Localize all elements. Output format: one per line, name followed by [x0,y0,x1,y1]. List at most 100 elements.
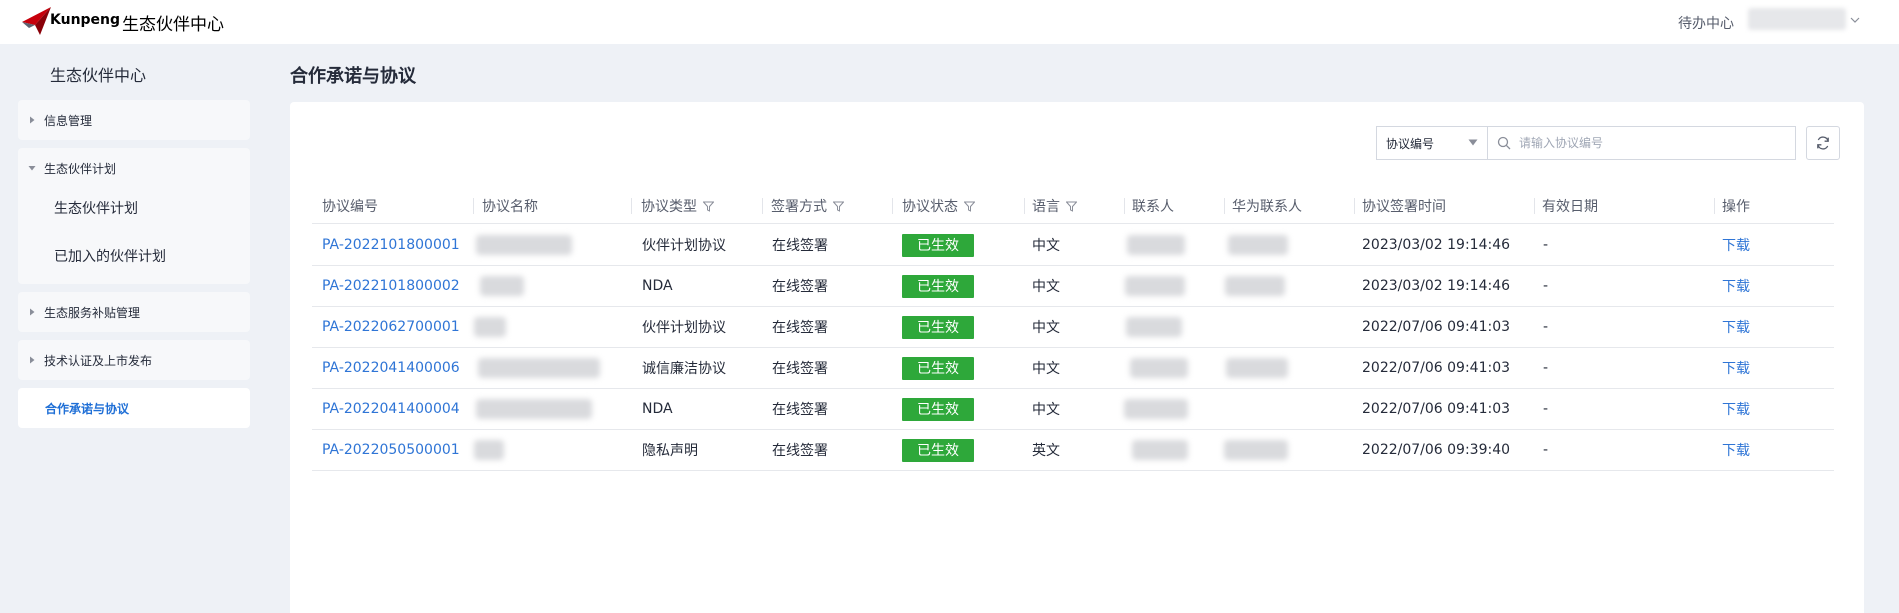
sign-method: 在线签署 [772,320,828,336]
agreement-id-link[interactable]: PA-2022041400006 [322,348,460,388]
sign-time: 2023/03/02 19:14:46 [1362,278,1511,294]
user-account-name[interactable] [1748,8,1846,30]
sidebar-subitem-joined-plans[interactable]: 已加入的伙伴计划 [18,234,250,278]
sidebar-group-certification: 技术认证及上市发布 [18,340,250,380]
triangle-right-icon [30,356,35,364]
column-header-language: 语言 [1032,196,1077,216]
todo-center-link[interactable]: 待办中心 [1678,13,1734,33]
refresh-button[interactable] [1806,126,1840,160]
agreement-id-link[interactable]: PA-2022101800002 [322,266,460,306]
sidebar-title: 生态伙伴中心 [50,66,147,85]
triangle-right-icon [30,116,35,124]
triangle-right-icon [30,308,35,316]
column-divider [1124,198,1125,214]
sidebar-item-label: 生态服务补贴管理 [44,305,141,320]
huawei-contact-redacted [1228,225,1288,265]
filter-icon[interactable] [1066,201,1077,212]
agreement-id-link[interactable]: PA-2022062700001 [322,307,460,347]
agreement-name-redacted [478,348,600,388]
column-divider [892,198,893,214]
sidebar-group-info: 信息管理 [18,100,250,140]
sign-method: 在线签署 [772,361,828,377]
agreement-type: 隐私声明 [642,443,698,459]
agreement-id-link[interactable]: PA-2022050500001 [322,430,460,470]
language: 中文 [1032,361,1060,377]
agreement-name-redacted [480,266,524,306]
column-divider [1224,198,1225,214]
contact-redacted [1126,307,1182,347]
column-divider [1714,198,1715,214]
filter-icon[interactable] [964,201,975,212]
sign-method: 在线签署 [772,402,828,418]
status-badge: 已生效 [902,307,974,347]
filter-icon[interactable] [703,201,714,212]
download-link[interactable]: 下载 [1722,430,1750,470]
agreement-type: 伙伴计划协议 [642,238,726,254]
table-row: PA-2022062700001 伙伴计划协议 在线签署 已生效 中文 2022… [312,307,1834,348]
sidebar-group-subsidy: 生态服务补贴管理 [18,292,250,332]
sidebar-item-label: 生态伙伴计划 [44,161,117,176]
contact-redacted [1132,430,1188,470]
download-link[interactable]: 下载 [1722,348,1750,388]
status-badge: 已生效 [902,225,974,265]
chevron-down-icon[interactable] [1848,13,1862,27]
column-header-status: 协议状态 [902,196,975,216]
contact-redacted [1130,348,1188,388]
agreement-type: NDA [642,401,673,417]
sidebar-item-certification-release[interactable]: 技术认证及上市发布 [18,340,250,380]
column-divider [1534,198,1535,214]
table-row: PA-2022050500001 隐私声明 在线签署 已生效 英文 2022/0… [312,430,1834,471]
agreement-id-link[interactable]: PA-2022041400004 [322,389,460,429]
sidebar-item-info-management[interactable]: 信息管理 [18,100,250,140]
download-link[interactable]: 下载 [1722,389,1750,429]
sign-time: 2022/07/06 09:41:03 [1362,360,1511,376]
valid-date: - [1543,360,1549,376]
status-badge: 已生效 [902,348,974,388]
triangle-down-icon [28,166,36,171]
column-divider [762,198,763,214]
sidebar-item-partner-plan[interactable]: 生态伙伴计划 [18,148,250,188]
column-header-sign-time: 协议签署时间 [1362,199,1446,215]
refresh-icon [1817,136,1829,150]
table-row: PA-2022041400004 NDA 在线签署 已生效 中文 2022/07… [312,389,1834,430]
caret-down-icon[interactable] [1468,139,1478,146]
valid-date: - [1543,442,1549,458]
search-input[interactable] [1519,131,1779,155]
brand-name[interactable]: Kunpeng [50,12,120,28]
language: 英文 [1032,443,1060,459]
table-row: PA-2022101800001 伙伴计划协议 在线签署 已生效 中文 2023… [312,225,1834,266]
top-header: Kunpeng 生态伙伴中心 待办中心 [0,0,1899,44]
download-link[interactable]: 下载 [1722,307,1750,347]
sign-time: 2022/07/06 09:39:40 [1362,442,1511,458]
table-row: PA-2022041400006 诚信廉洁协议 在线签署 已生效 中文 2022… [312,348,1834,389]
sidebar-item-agreements[interactable]: 合作承诺与协议 [18,388,250,428]
page-title: 合作承诺与协议 [290,66,416,87]
sidebar-subitem-partner-plan[interactable]: 生态伙伴计划 [18,186,250,230]
valid-date: - [1543,401,1549,417]
kunpeng-logo-icon[interactable] [20,5,54,37]
filter-icon[interactable] [833,201,844,212]
contact-redacted [1127,225,1185,265]
column-header-agreement-id: 协议编号 [322,199,378,215]
agreement-type: 诚信廉洁协议 [642,361,726,377]
sidebar-item-subsidy-management[interactable]: 生态服务补贴管理 [18,292,250,332]
column-header-valid-date: 有效日期 [1542,199,1598,215]
search-icon [1497,136,1511,150]
sign-time: 2022/07/06 09:41:03 [1362,401,1511,417]
download-link[interactable]: 下载 [1722,225,1750,265]
sign-method: 在线签署 [772,279,828,295]
table-row: PA-2022101800002 NDA 在线签署 已生效 中文 2023/03… [312,266,1834,307]
download-link[interactable]: 下载 [1722,266,1750,306]
agreement-id-link[interactable]: PA-2022101800001 [322,225,460,265]
agreement-type: 伙伴计划协议 [642,320,726,336]
huawei-contact-redacted [1224,430,1288,470]
agreement-name-redacted [476,389,592,429]
column-divider [473,198,474,214]
column-header-contact: 联系人 [1132,199,1174,215]
site-title[interactable]: 生态伙伴中心 [122,10,224,35]
sign-method: 在线签署 [772,443,828,459]
column-header-agreement-type: 协议类型 [641,196,714,216]
sign-time: 2022/07/06 09:41:03 [1362,319,1511,335]
sidebar-item-label: 信息管理 [44,113,93,128]
column-header-actions: 操作 [1722,199,1750,215]
